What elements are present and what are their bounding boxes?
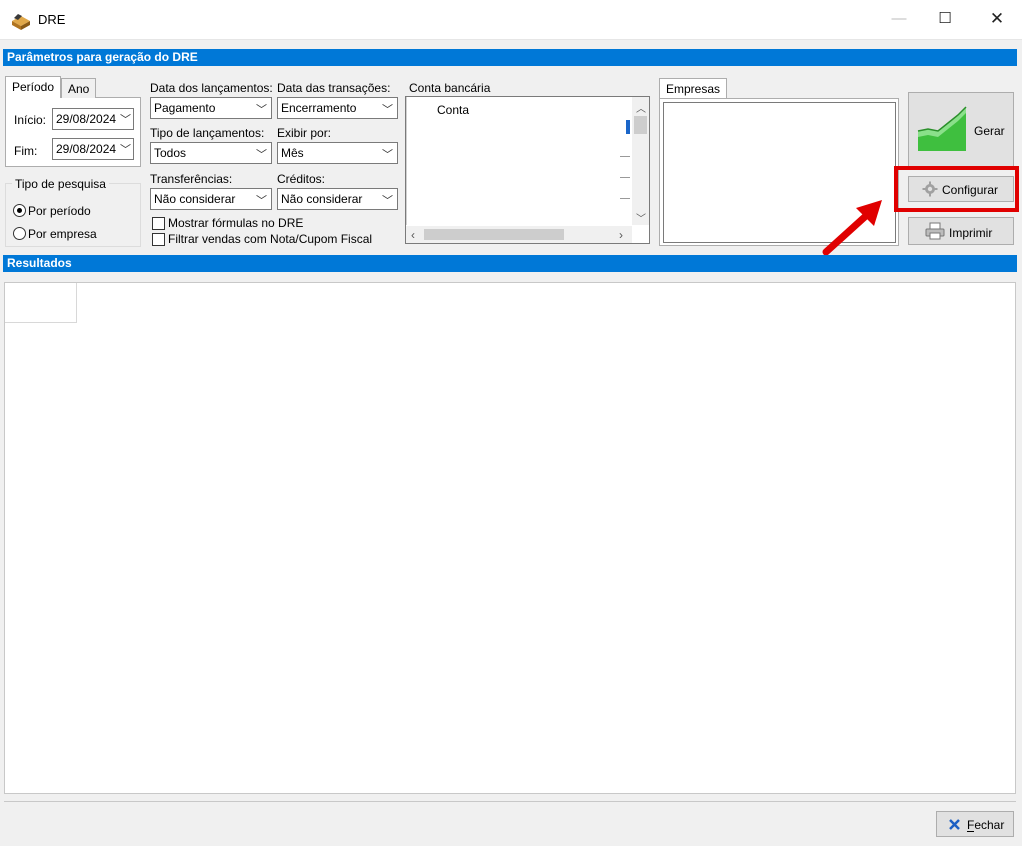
mostrar-formulas-label[interactable]: Mostrar fórmulas no DRE (168, 216, 303, 230)
radio-por-periodo-label[interactable]: Por período (28, 204, 91, 218)
transferencias-label: Transferências: (150, 172, 233, 186)
scroll-right-arrow-icon[interactable]: › (619, 228, 623, 242)
creditos-select[interactable]: Não considerar ﹀ (277, 188, 398, 210)
filtrar-vendas-checkbox[interactable] (152, 233, 165, 246)
column-divider (406, 97, 407, 225)
end-date-label: Fim: (14, 144, 38, 158)
results-grid[interactable] (4, 282, 1016, 794)
window-title: DRE (38, 12, 66, 27)
params-section-header: Parâmetros para geração do DRE (3, 49, 1017, 66)
start-date-value: 29/08/2024 (56, 112, 117, 126)
package-icon (12, 14, 30, 30)
data-transacoes-label: Data das transações: (277, 81, 391, 95)
chevron-down-icon: ﹀ (256, 104, 267, 116)
scroll-up-arrow-icon[interactable]: ︿ (636, 100, 646, 115)
title-bar (0, 0, 1022, 40)
conta-bancaria-label: Conta bancária (409, 81, 491, 95)
scroll-down-arrow-icon[interactable]: ﹀ (636, 210, 646, 225)
transferencias-select[interactable]: Não considerar ﹀ (150, 188, 272, 210)
end-date-picker[interactable]: 29/08/2024 ﹀ (52, 138, 134, 160)
chevron-down-icon: ﹀ (120, 114, 131, 126)
chart-growth-icon (917, 106, 967, 151)
filtrar-vendas-label[interactable]: Filtrar vendas com Nota/Cupom Fiscal (168, 232, 372, 246)
tipo-lancamentos-label: Tipo de lançamentos: (150, 126, 265, 140)
tab-empresas[interactable]: Empresas (659, 78, 728, 99)
conta-bancaria-list[interactable] (405, 96, 650, 244)
fechar-label[interactable]: Fechar (967, 818, 1004, 832)
chevron-down-icon: ﹀ (120, 144, 131, 156)
tipo-lancamentos-value: Todos (154, 146, 187, 160)
chevron-down-icon: ﹀ (382, 195, 393, 207)
tree-line (620, 198, 630, 199)
data-transacoes-select[interactable]: Encerramento ﹀ (277, 97, 398, 119)
minimize-button[interactable]: — (876, 0, 922, 38)
scroll-left-arrow-icon[interactable]: ‹ (411, 228, 415, 242)
chevron-down-icon: ﹀ (382, 104, 393, 116)
tipo-lancamentos-select[interactable]: Todos ﹀ (150, 142, 272, 164)
red-arrow-annotation (822, 200, 882, 256)
data-lancamentos-value: Pagamento (154, 101, 216, 115)
end-date-value: 29/08/2024 (56, 142, 117, 156)
imprimir-label[interactable]: Imprimir (949, 226, 992, 240)
data-lancamentos-select[interactable]: Pagamento ﹀ (150, 97, 272, 119)
radio-por-empresa-label[interactable]: Por empresa (28, 227, 97, 241)
results-fixed-cell (5, 283, 77, 323)
data-lancamentos-label: Data dos lançamentos: (150, 81, 273, 95)
highlight-box (894, 166, 1019, 212)
accelerator-underline (967, 831, 974, 832)
tree-line (620, 156, 630, 157)
creditos-value: Não considerar (281, 192, 363, 206)
exibir-por-value: Mês (281, 146, 304, 160)
vertical-scroll-thumb[interactable] (634, 116, 647, 134)
maximize-button[interactable]: ☐ (922, 0, 968, 38)
start-date-label: Início: (14, 113, 47, 127)
chevron-down-icon: ﹀ (256, 195, 267, 207)
printer-icon (925, 222, 945, 240)
exibir-por-select[interactable]: Mês ﹀ (277, 142, 398, 164)
radio-por-periodo[interactable] (13, 204, 26, 217)
results-section-header: Resultados (3, 255, 1017, 272)
gerar-label[interactable]: Gerar (974, 124, 1005, 138)
mostrar-formulas-checkbox[interactable] (152, 217, 165, 230)
data-transacoes-value: Encerramento (281, 101, 357, 115)
x-mark-icon (949, 819, 960, 830)
tab-periodo[interactable]: Período (5, 76, 62, 98)
exibir-por-label: Exibir por: (277, 126, 332, 140)
horizontal-scroll-thumb[interactable] (424, 229, 564, 240)
creditos-label: Créditos: (277, 172, 326, 186)
transferencias-value: Não considerar (154, 192, 236, 206)
selection-marker (626, 120, 630, 134)
search-type-label: Tipo de pesquisa (12, 177, 109, 191)
tab-ano[interactable]: Ano (61, 78, 97, 98)
chevron-down-icon: ﹀ (382, 149, 393, 161)
conta-column-header: Conta (437, 103, 470, 117)
tree-line (620, 177, 630, 178)
radio-por-empresa[interactable] (13, 227, 26, 240)
start-date-picker[interactable]: 29/08/2024 ﹀ (52, 108, 134, 130)
bottom-divider (4, 801, 1016, 802)
close-window-button[interactable]: ✕ (974, 0, 1020, 38)
chevron-down-icon: ﹀ (256, 149, 267, 161)
